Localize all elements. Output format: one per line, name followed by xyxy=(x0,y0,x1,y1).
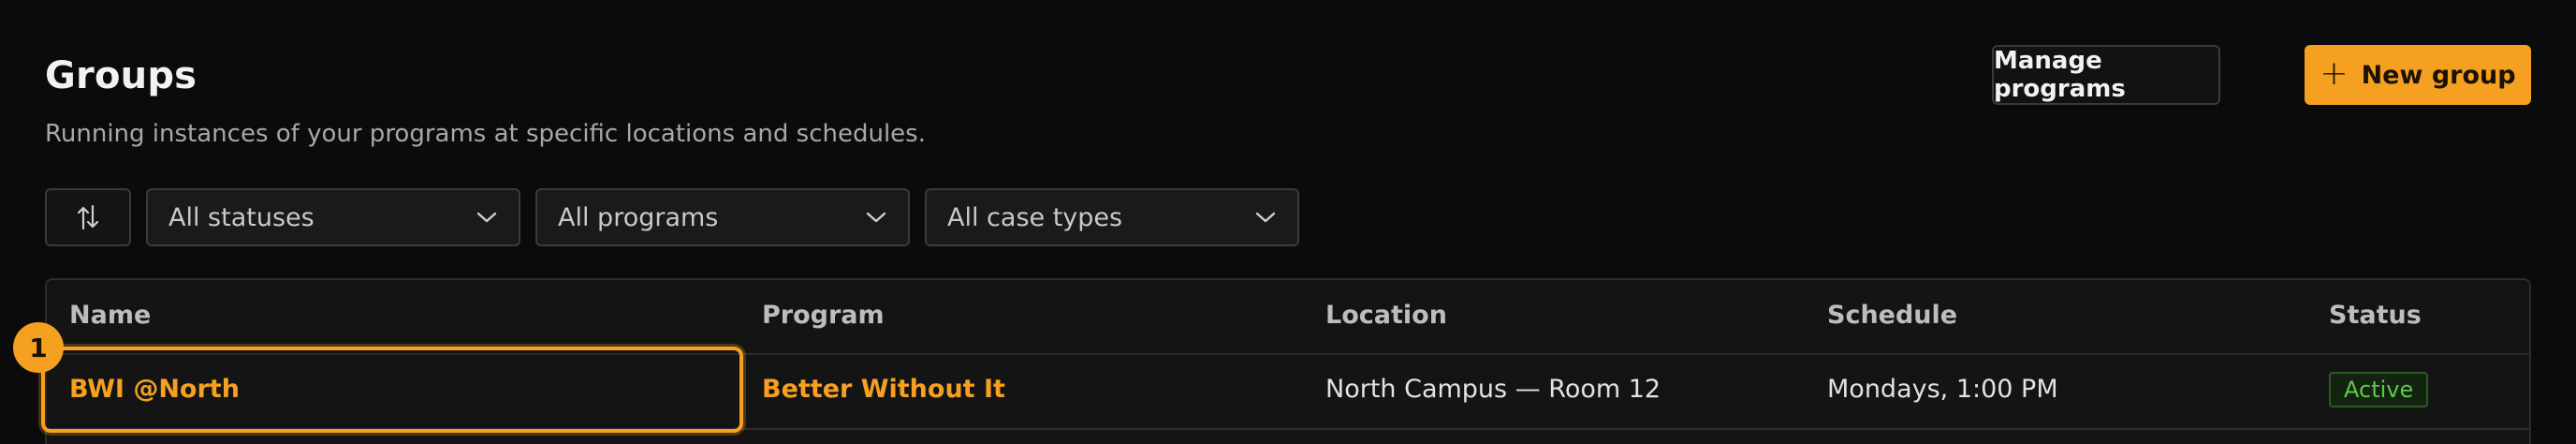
schedule-cell: Mondays, 1:00 PM xyxy=(1827,375,2058,404)
column-header-schedule[interactable]: Schedule xyxy=(1827,301,1957,330)
manage-programs-label: Manage programs xyxy=(1994,47,2126,103)
group-name-link[interactable]: BWI @North xyxy=(69,375,240,404)
groups-table: Name Program Location Schedule Status BW… xyxy=(45,278,2531,444)
new-group-label: New group xyxy=(2361,60,2516,90)
manage-programs-button[interactable]: Manage programs xyxy=(1992,45,2220,105)
column-header-program[interactable]: Program xyxy=(762,301,885,330)
sort-arrows-icon xyxy=(77,204,99,230)
new-group-button[interactable]: + New group xyxy=(2305,45,2531,105)
sort-button[interactable] xyxy=(45,188,131,246)
step-marker-badge: 1 xyxy=(13,322,64,373)
table-header: Name Program Location Schedule Status xyxy=(47,280,2529,355)
program-filter-select[interactable]: All programs xyxy=(535,188,910,246)
plus-icon: + xyxy=(2320,53,2349,93)
program-filter-value: All programs xyxy=(558,202,719,232)
table-row[interactable]: BWI @North Better Without It North Campu… xyxy=(47,355,2529,430)
chevron-down-icon xyxy=(1255,212,1276,223)
case-type-filter-value: All case types xyxy=(947,202,1123,232)
column-header-name[interactable]: Name xyxy=(69,301,151,330)
page-title: Groups xyxy=(45,54,198,97)
program-link[interactable]: Better Without It xyxy=(762,375,1005,404)
chevron-down-icon xyxy=(866,212,886,223)
groups-page: Groups Running instances of your program… xyxy=(0,0,2576,444)
status-filter-value: All statuses xyxy=(168,202,315,232)
location-cell: North Campus — Room 12 xyxy=(1325,375,1661,404)
case-type-filter-select[interactable]: All case types xyxy=(925,188,1299,246)
column-header-location[interactable]: Location xyxy=(1325,301,1447,330)
column-header-status[interactable]: Status xyxy=(2329,301,2422,330)
page-subtitle: Running instances of your programs at sp… xyxy=(45,120,926,148)
status-badge: Active xyxy=(2329,372,2429,407)
status-filter-select[interactable]: All statuses xyxy=(146,188,520,246)
chevron-down-icon xyxy=(476,212,497,223)
